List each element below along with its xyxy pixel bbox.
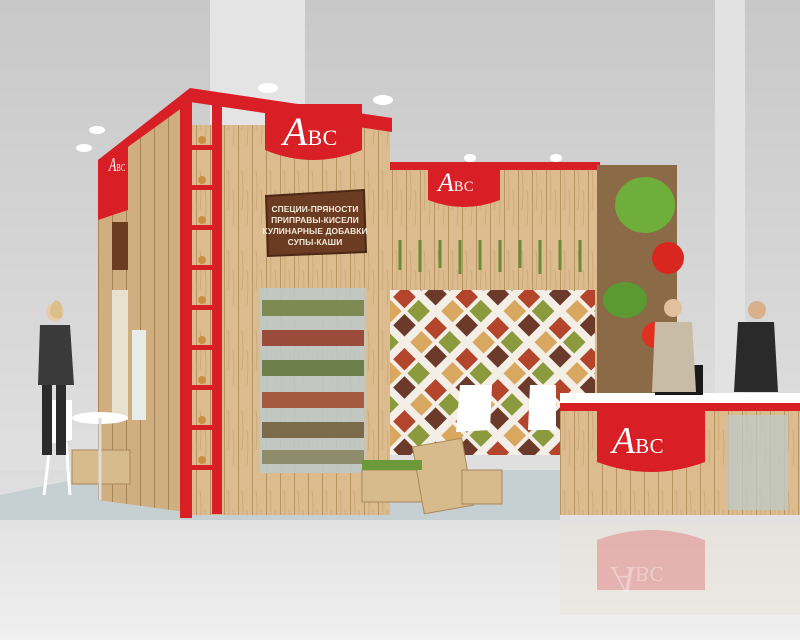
chair-mid-2 (528, 385, 556, 430)
brand-logo-left-side: ABC (109, 155, 126, 175)
crate-3 (461, 469, 503, 505)
counter-red-strip (560, 403, 800, 411)
signboard-line-2: ПРИПРАВЫ-КИСЕЛИ (271, 215, 359, 225)
signboard-line-1: СПЕЦИИ-ПРЯНОСТИ (271, 204, 359, 214)
brand-logo-counter: ABC (612, 422, 664, 460)
logo-letter: A (612, 558, 636, 600)
left-small-sign (112, 222, 128, 270)
crate-greens (362, 460, 422, 470)
logo-letter: A (283, 109, 308, 154)
back-wall-red-strip (390, 162, 600, 170)
logo-sub: BC (635, 562, 665, 586)
brand-logo-back-wall: ABC (438, 170, 474, 196)
logo-sub: BC (307, 125, 338, 150)
red-pillar-left (180, 100, 192, 518)
logo-sub: BC (453, 179, 474, 195)
signboard-line-4: СУПЫ-КАШИ (287, 237, 343, 247)
signboard-line-3: КУЛИНАРНЫЕ ДОБАВКИ (262, 226, 368, 236)
left-shelf-unit (112, 290, 128, 420)
booth-illustration (0, 0, 800, 640)
tomato (652, 242, 684, 274)
chair-mid (456, 385, 492, 432)
counter-showcase (728, 415, 788, 510)
exhibition-booth-scene: СПЕЦИИ-ПРЯНОСТИ ПРИПРАВЫ-КИСЕЛИ КУЛИНАРН… (0, 0, 800, 640)
logo-letter: A (612, 420, 636, 462)
logo-letter: A (438, 168, 454, 197)
lettuce (615, 177, 675, 233)
signboard-text: СПЕЦИИ-ПРЯНОСТИ ПРИПРАВЫ-КИСЕЛИ КУЛИНАРН… (262, 200, 367, 252)
left-shelf-unit-2 (132, 330, 146, 420)
logo-sub: BC (635, 434, 665, 458)
brand-logo-reflection: ABC (612, 558, 665, 600)
logo-sub: BC (116, 162, 126, 174)
red-pillar-right (212, 100, 222, 514)
brand-logo-top: ABC (283, 112, 338, 152)
herbs (603, 282, 647, 318)
crate-1 (361, 469, 423, 503)
